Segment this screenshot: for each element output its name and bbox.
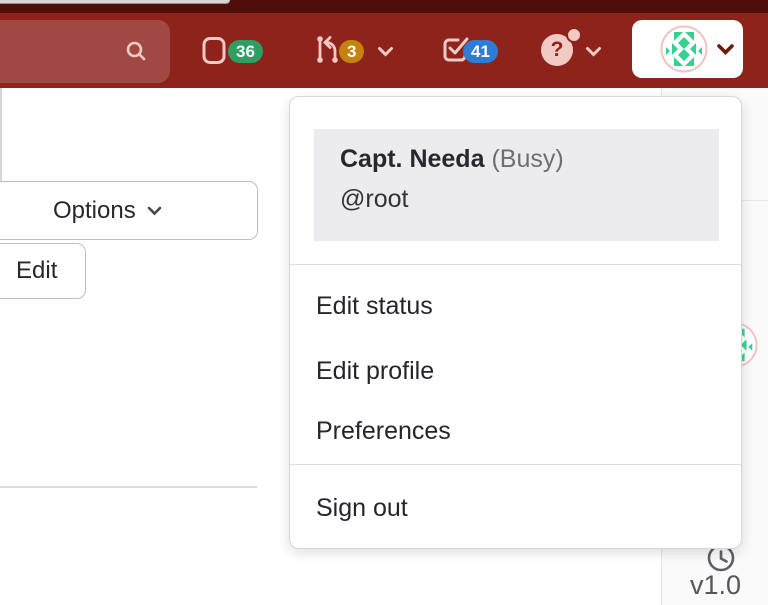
top-navbar: 36 3 41 ? [0, 0, 768, 88]
user-name: Capt. Needa [340, 145, 484, 173]
browser-edge-artifact [0, 0, 230, 4]
options-button-label: Options [53, 197, 136, 225]
options-button[interactable]: Options [0, 181, 258, 240]
merge-requests-count-badge[interactable]: 3 [339, 40, 364, 63]
chevron-down-icon[interactable] [585, 46, 602, 58]
issues-icon[interactable] [201, 36, 228, 65]
user-avatar [660, 25, 708, 73]
version-label: v1.0 [662, 570, 768, 601]
edit-button-label: Edit [16, 257, 57, 285]
issues-count-badge[interactable]: 36 [228, 40, 263, 63]
user-menu-toggle[interactable] [632, 20, 743, 78]
chevron-down-icon [147, 206, 162, 216]
menu-item-sign-out[interactable]: Sign out [290, 484, 741, 532]
chevron-down-icon [716, 43, 735, 56]
menu-divider [290, 264, 741, 265]
menu-item-edit-status[interactable]: Edit status [290, 282, 741, 330]
user-username: @root [340, 185, 408, 214]
app-window: 36 3 41 ? [0, 0, 768, 605]
user-info: Capt. Needa (Busy) @root [314, 129, 719, 241]
search-input[interactable] [0, 20, 170, 83]
user-status: (Busy) [491, 145, 563, 173]
menu-item-preferences[interactable]: Preferences [290, 407, 741, 455]
search-icon [124, 39, 148, 63]
edit-button[interactable]: Edit [0, 243, 86, 299]
user-dropdown-menu: Capt. Needa (Busy) @root Edit status Edi… [289, 96, 742, 549]
content-left-border [0, 88, 2, 181]
todos-count-badge[interactable]: 41 [463, 40, 498, 63]
menu-item-edit-profile[interactable]: Edit profile [290, 347, 741, 395]
content-divider [0, 486, 257, 488]
notification-dot [566, 27, 582, 43]
menu-divider [290, 464, 741, 465]
chevron-down-icon[interactable] [377, 46, 394, 58]
